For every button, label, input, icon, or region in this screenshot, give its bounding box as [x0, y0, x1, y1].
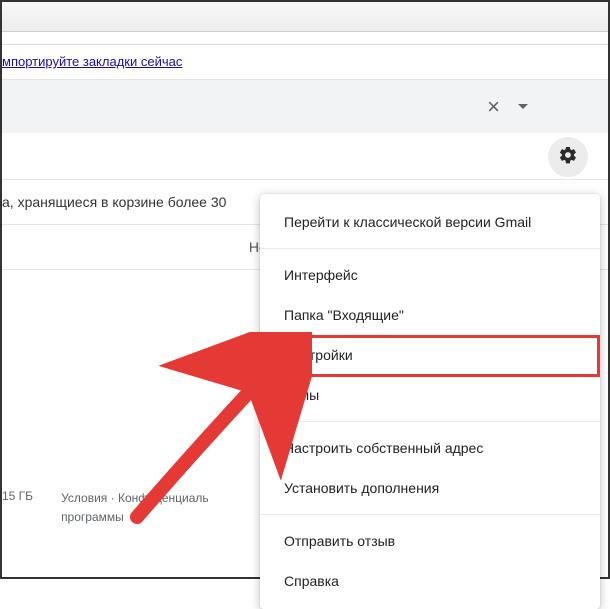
import-bookmarks-link[interactable]: мпортируйте закладки сейчас	[2, 54, 182, 69]
menu-divider	[260, 248, 600, 249]
footer-programs-text: программы	[61, 510, 124, 524]
browser-tab-strip	[2, 32, 608, 45]
bookmarks-bar: мпортируйте закладки сейчас	[2, 45, 608, 80]
menu-item-own-address[interactable]: Настроить собственный адрес	[260, 428, 600, 468]
storage-text: 15 ГБ	[2, 489, 33, 503]
close-icon[interactable]: ×	[487, 96, 500, 118]
menu-item-addons[interactable]: Установить дополнения	[260, 468, 600, 508]
menu-divider	[260, 514, 600, 515]
menu-item-interface[interactable]: Интерфейс	[260, 255, 600, 295]
settings-dropdown-menu: Перейти к классической версии Gmail Инте…	[260, 194, 600, 609]
browser-chrome-bar	[2, 2, 608, 32]
gear-icon	[558, 145, 578, 168]
settings-gear-button[interactable]	[548, 137, 588, 177]
footer-links: Условия · Конфиденциаль программы	[61, 489, 209, 527]
search-bar: ×	[2, 80, 608, 134]
footer: 15 ГБ Условия · Конфиденциаль программы	[2, 489, 282, 527]
footer-privacy-text: Конфиденциаль	[118, 491, 209, 505]
trash-notice-text: а, хранящиеся в корзине более 30	[2, 194, 226, 210]
menu-item-classic-gmail[interactable]: Перейти к классической версии Gmail	[260, 202, 600, 242]
menu-divider	[260, 421, 600, 422]
menu-item-settings[interactable]: Настройки	[260, 335, 600, 375]
menu-item-feedback[interactable]: Отправить отзыв	[260, 521, 600, 561]
footer-dot: ·	[107, 491, 118, 505]
footer-terms-link[interactable]: Условия	[61, 491, 107, 505]
menu-item-inbox[interactable]: Папка "Входящие"	[260, 295, 600, 335]
menu-item-help[interactable]: Справка	[260, 561, 600, 601]
toolbar-row	[2, 134, 608, 180]
chevron-down-icon[interactable]	[518, 104, 528, 109]
menu-item-themes[interactable]: Темы	[260, 375, 600, 415]
